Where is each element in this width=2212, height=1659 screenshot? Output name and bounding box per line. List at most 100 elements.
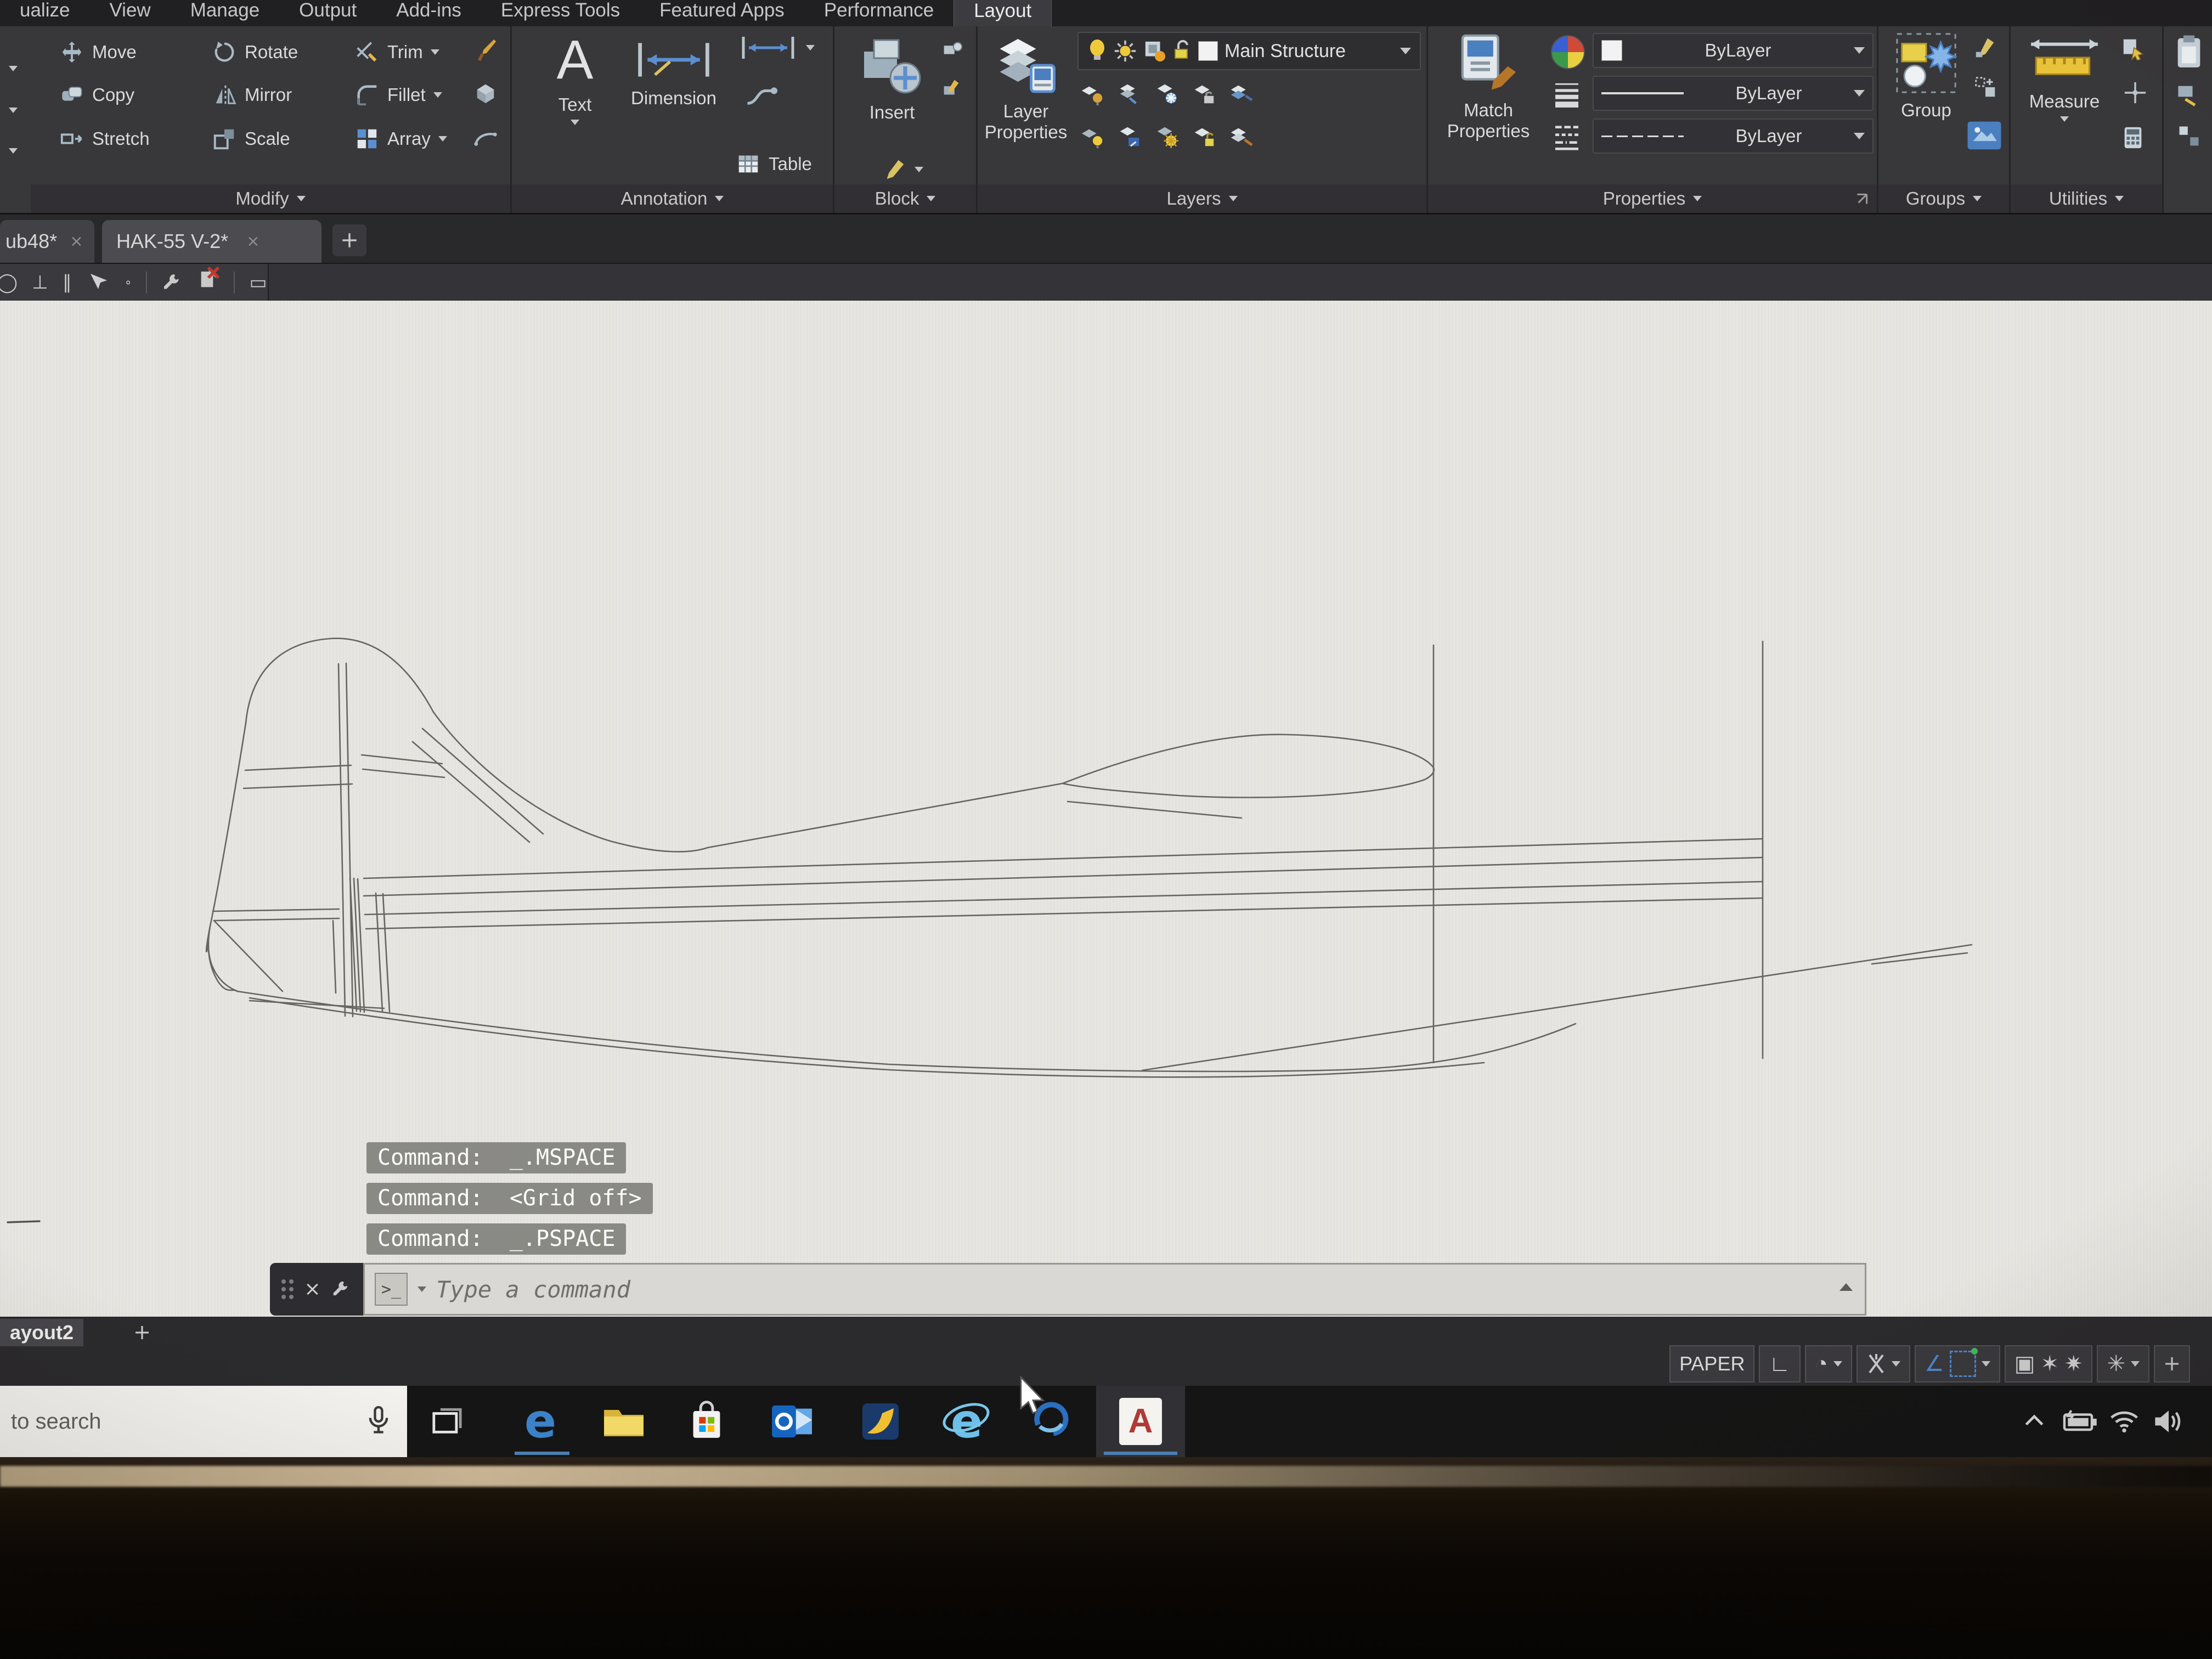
paper-space-button[interactable]: PAPER <box>1669 1345 1754 1383</box>
isodraft-button[interactable] <box>1857 1345 1910 1383</box>
circle-tool-icon[interactable]: ◯ <box>0 272 18 294</box>
layer-unlock-icon[interactable] <box>1173 40 1192 63</box>
dimension-style-button[interactable] <box>738 34 815 61</box>
selection-cursor-icon[interactable] <box>86 272 110 294</box>
id-point-button[interactable] <box>2123 80 2148 105</box>
object-color-wheel-icon[interactable] <box>1551 35 1585 69</box>
layer-thaw-sun-icon[interactable] <box>1114 40 1137 63</box>
modify-panel-label[interactable]: Modify <box>31 184 510 213</box>
new-layout-button[interactable] <box>136 1326 149 1339</box>
workspace-settings-button[interactable]: ✳ <box>2097 1345 2149 1383</box>
command-history-expand-icon[interactable] <box>1839 1283 1853 1291</box>
cropped-tool-icon[interactable] <box>2176 81 2202 108</box>
rotate-button[interactable]: Rotate <box>212 40 298 65</box>
lineweight-list-icon[interactable] <box>1551 79 1583 110</box>
chevron-down-icon[interactable] <box>2131 1361 2140 1367</box>
annotation-panel-label[interactable]: Annotation <box>512 184 833 213</box>
microphone-icon[interactable] <box>364 1402 393 1441</box>
new-drawing-tab-button[interactable] <box>332 224 366 256</box>
edit-block-button[interactable] <box>940 76 965 101</box>
fillet-button[interactable]: Fillet <box>354 82 442 108</box>
properties-panel-label[interactable]: Properties <box>1428 184 1877 213</box>
stretch-button[interactable]: Stretch <box>59 126 150 151</box>
text-button[interactable]: A Text <box>542 30 608 125</box>
object-color-dropdown[interactable]: ByLayer <box>1593 33 1874 68</box>
task-view-button[interactable] <box>417 1386 477 1457</box>
insert-button[interactable]: Insert <box>856 32 928 123</box>
ribbon-tab-addins[interactable]: Add-ins <box>376 0 481 26</box>
move-button[interactable]: Move <box>59 40 137 65</box>
dimension-button[interactable]: Dimension <box>622 36 726 109</box>
group-edit-button[interactable] <box>1973 75 1998 100</box>
table-button[interactable]: Table <box>736 151 812 177</box>
isolate-objects-icon[interactable] <box>198 269 219 296</box>
chevron-down-icon[interactable] <box>9 66 18 71</box>
drawing-canvas[interactable] <box>0 301 2212 1317</box>
layer-current-icon[interactable] <box>1117 124 1142 149</box>
brush-tool-button[interactable] <box>473 37 498 63</box>
object-snap-button[interactable]: ∠ <box>1915 1345 2000 1383</box>
explode-tool-button[interactable] <box>473 80 498 105</box>
trim-button[interactable]: Trim <box>354 40 439 65</box>
parallel-lines-icon[interactable]: ∥ <box>63 272 72 294</box>
layer-isolate-icon[interactable] <box>1080 81 1105 106</box>
status-customize-button[interactable] <box>2154 1345 2190 1383</box>
linetype-dropdown[interactable]: ByLayer <box>1593 119 1874 154</box>
speaker-icon[interactable] <box>2144 1386 2193 1457</box>
ribbon-tab-manage[interactable]: Manage <box>171 0 279 26</box>
chevron-down-icon[interactable] <box>1854 90 1865 97</box>
layer-walk-icon[interactable] <box>1229 124 1254 149</box>
osnap-perpendicular-icon[interactable]: ⊥ <box>32 272 48 294</box>
chevron-down-icon[interactable] <box>9 148 18 154</box>
drag-handle-icon[interactable] <box>281 1279 294 1299</box>
layer-unisolate-icon[interactable] <box>1117 81 1142 106</box>
match-properties-button[interactable]: Match Properties <box>1434 31 1543 142</box>
point-marker-icon[interactable]: ∘ <box>125 275 132 290</box>
layer-on-bulb-icon[interactable] <box>1087 39 1107 63</box>
layer-thaw-all-icon[interactable] <box>1154 124 1180 149</box>
ungroup-button[interactable] <box>1973 35 1998 60</box>
tray-chevron-up-icon[interactable] <box>2012 1386 2056 1457</box>
layout-tab-layout2[interactable]: ayout2 <box>0 1319 83 1346</box>
chevron-down-icon[interactable] <box>1854 133 1865 139</box>
chevron-down-icon[interactable] <box>915 167 923 172</box>
layer-viewport-freeze-icon[interactable] <box>1143 40 1166 63</box>
rectangle-tool-icon[interactable]: ▭ <box>249 272 267 294</box>
panel-dialog-launcher-icon[interactable] <box>1855 192 1869 206</box>
measure-button[interactable]: Measure <box>2021 32 2108 122</box>
outlook-icon[interactable] <box>763 1386 823 1457</box>
chevron-down-icon[interactable] <box>1982 1361 1990 1367</box>
ribbon-tab-output[interactable]: Output <box>279 0 376 26</box>
cropped-tool-icon[interactable] <box>2176 123 2202 149</box>
scale-button[interactable]: Scale <box>212 126 290 151</box>
layer-lock-icon[interactable] <box>1192 81 1217 106</box>
chevron-down-icon[interactable] <box>1854 47 1865 54</box>
chevron-down-icon[interactable] <box>417 1286 426 1292</box>
group-button[interactable]: Group <box>1885 31 1967 121</box>
layer-match-icon[interactable] <box>1229 81 1254 106</box>
annotation-tools-group[interactable]: ▣✶✷ <box>2005 1345 2093 1383</box>
taskbar-search-field[interactable]: to search <box>0 1386 407 1457</box>
chevron-down-icon[interactable] <box>1892 1361 1900 1367</box>
file-tab-hak55[interactable]: HAK-55 V-2* <box>102 220 321 263</box>
ribbon-tab-view[interactable]: View <box>89 0 170 26</box>
block-panel-label[interactable]: Block <box>834 184 976 213</box>
leader-button[interactable] <box>742 77 781 108</box>
layer-on-off-icon[interactable] <box>1080 124 1105 149</box>
layer-unlock-all-icon[interactable] <box>1192 124 1217 149</box>
ribbon-tab-visualize[interactable]: ualize <box>0 0 89 26</box>
chevron-down-icon[interactable] <box>431 49 439 55</box>
pinned-app-icon[interactable] <box>850 1386 911 1457</box>
lineweight-dropdown[interactable]: ByLayer <box>1593 76 1874 111</box>
layers-panel-label[interactable]: Layers <box>978 184 1426 213</box>
autocad-taskbar-tile[interactable]: A <box>1096 1386 1185 1457</box>
mirror-button[interactable]: Mirror <box>212 82 292 108</box>
battery-charging-icon[interactable] <box>2056 1386 2106 1457</box>
microsoft-store-icon[interactable] <box>676 1386 737 1457</box>
chevron-down-icon[interactable] <box>1833 1361 1842 1367</box>
chevron-down-icon[interactable] <box>433 92 442 98</box>
ribbon-tab-featured-apps[interactable]: Featured Apps <box>640 0 804 26</box>
wrench-icon[interactable] <box>161 272 183 294</box>
quick-calc-button[interactable] <box>2120 125 2146 150</box>
close-icon[interactable] <box>247 236 259 247</box>
